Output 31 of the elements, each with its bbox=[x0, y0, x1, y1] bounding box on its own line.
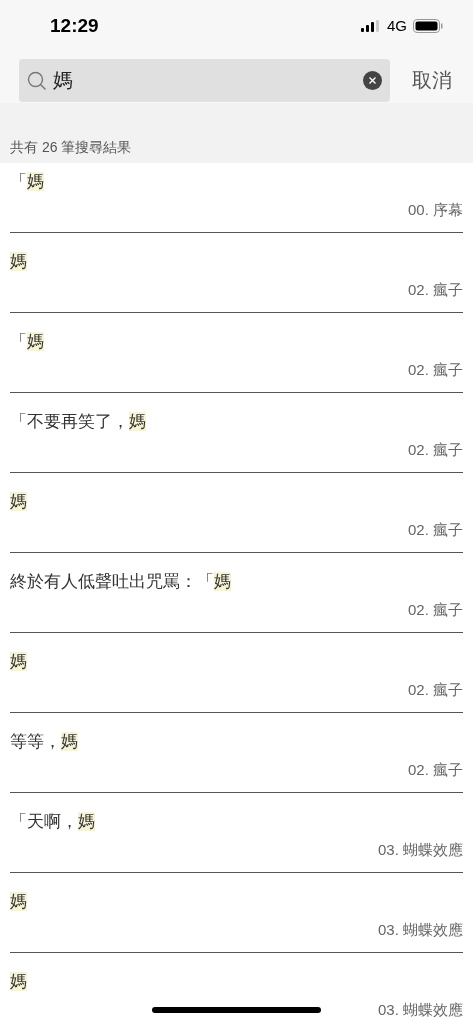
chapter-label: 02. 瘋子 bbox=[407, 601, 463, 618]
chapter-label: 02. 瘋子 bbox=[407, 281, 463, 298]
chapter-label: 02. 瘋子 bbox=[407, 521, 463, 538]
search-field[interactable]: 媽 bbox=[19, 58, 390, 102]
result-text[interactable]: 媽 bbox=[10, 891, 463, 913]
chapter-label: 03. 蝴蝶效應 bbox=[377, 841, 463, 858]
result-text[interactable]: 媽 bbox=[10, 651, 463, 673]
result-text[interactable]: 等等，媽 bbox=[10, 731, 463, 753]
result-text[interactable]: 「不要再笑了，媽 bbox=[10, 411, 463, 433]
signal-icon bbox=[361, 19, 381, 32]
result-text[interactable]: 「媽 bbox=[10, 331, 463, 353]
status-time: 12:29 bbox=[50, 14, 100, 38]
chapter-label: 02. 瘋子 bbox=[407, 361, 463, 378]
clear-icon[interactable] bbox=[363, 70, 382, 90]
result-text[interactable]: 終於有人低聲吐出咒罵：「媽 bbox=[10, 571, 463, 593]
chapter-label: 02. 瘋子 bbox=[407, 681, 463, 698]
battery-icon bbox=[413, 18, 443, 33]
result-text[interactable]: 「天啊，媽 bbox=[10, 811, 463, 833]
result-text[interactable]: 「媽 bbox=[10, 171, 463, 193]
result-count: 共有 26 筆搜尋結果 bbox=[10, 139, 132, 157]
chapter-label: 03. 蝴蝶效應 bbox=[377, 921, 463, 938]
chapter-label: 02. 瘋子 bbox=[407, 761, 463, 778]
cancel-button[interactable]: 取消 bbox=[390, 66, 473, 94]
result-text[interactable]: 媽 bbox=[10, 251, 463, 273]
network-label: 4G bbox=[387, 17, 407, 34]
result-text[interactable]: 媽 bbox=[10, 491, 463, 513]
chapter-label: 02. 瘋子 bbox=[407, 441, 463, 458]
result-text[interactable]: 媽 bbox=[10, 971, 463, 993]
search-icon bbox=[27, 70, 47, 91]
chapter-label: 03. 蝴蝶效應 bbox=[377, 1001, 463, 1018]
chapter-label: 00. 序幕 bbox=[407, 201, 463, 218]
